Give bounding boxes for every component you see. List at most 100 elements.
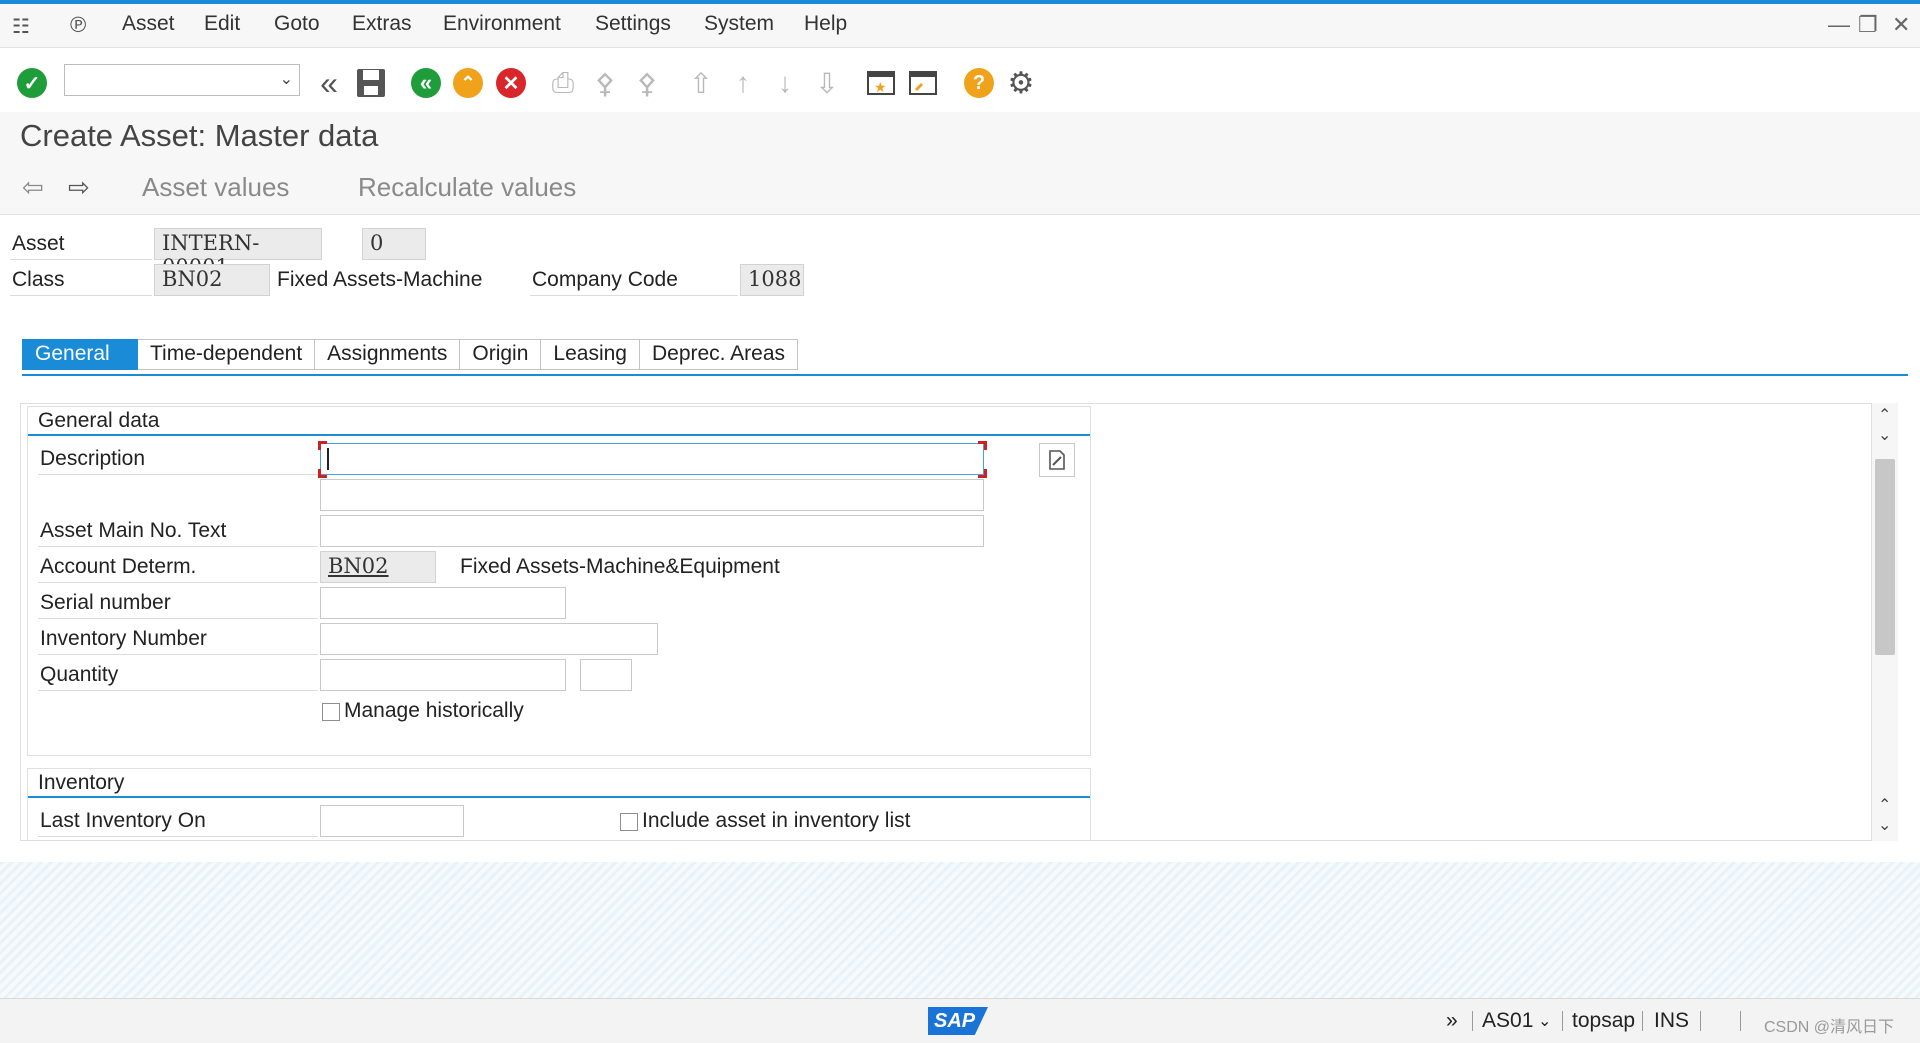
menu-asset[interactable]: Asset [122, 12, 175, 36]
tab-origin[interactable]: Origin [460, 339, 542, 370]
scrollbar-thumb[interactable] [1875, 459, 1895, 655]
menu-edit[interactable]: Edit [204, 12, 240, 36]
menu-extras[interactable]: Extras [352, 12, 412, 36]
account-determ-description: Fixed Assets-Machine&Equipment [460, 555, 780, 578]
menu-bar: ☷ ℗ Asset Edit Goto Extras Environment S… [0, 4, 1920, 48]
tab-general[interactable]: General [22, 339, 138, 370]
gear-icon[interactable]: ⚙ [1004, 66, 1038, 100]
minimize-icon[interactable]: — [1828, 12, 1850, 38]
menu-environment[interactable]: Environment [443, 12, 561, 36]
back-icon[interactable]: « [409, 66, 443, 100]
tab-time-dependent[interactable]: Time-dependent [138, 339, 316, 370]
group-title-line [28, 796, 1090, 798]
transaction-code[interactable]: AS01 [1482, 1009, 1533, 1033]
previous-object-icon[interactable]: ⇦ [22, 172, 44, 203]
class-description: Fixed Assets-Machine [277, 268, 483, 291]
first-page-icon[interactable]: ⇧ [684, 66, 718, 100]
manage-historically-label: Manage historically [344, 699, 524, 722]
shortcut-icon[interactable] [906, 66, 940, 100]
next-page-icon[interactable]: ↓ [768, 66, 802, 100]
quantity-input[interactable] [320, 659, 566, 691]
last-inventory-date-input[interactable] [320, 805, 464, 837]
application-toolbar: ⇦ ⇨ Asset values Recalculate values [0, 162, 1920, 215]
tab-leasing[interactable]: Leasing [541, 339, 640, 370]
separator [1642, 1011, 1643, 1031]
previous-page-icon[interactable]: ↑ [726, 66, 760, 100]
separator [1740, 1011, 1741, 1031]
label-underline [38, 474, 318, 475]
menu-icon[interactable]: ☷ [12, 14, 30, 39]
svg-text:★: ★ [874, 79, 887, 95]
status-bar: SAP » AS01 ⌄ topsap INS CSDN @清风日下 [0, 998, 1920, 1043]
asset-subnumber-field[interactable]: 0 [362, 228, 426, 260]
find-icon[interactable]: ⚴ [588, 66, 622, 100]
asset-main-text-input[interactable] [320, 515, 984, 547]
include-in-inventory-list-label: Include asset in inventory list [642, 809, 911, 832]
create-session-icon[interactable]: ★ [864, 66, 898, 100]
close-window-icon[interactable]: ✕ [1892, 12, 1910, 38]
label-underline [38, 546, 318, 547]
account-determ-field[interactable]: BN02 [320, 551, 436, 583]
enter-icon[interactable]: ✓ [15, 66, 49, 100]
inventory-group: Inventory Last Inventory On Include asse… [27, 768, 1091, 840]
menu-goto[interactable]: Goto [274, 12, 320, 36]
command-field[interactable]: ⌄ [64, 64, 300, 96]
chevron-down-icon[interactable]: ⌄ [1538, 1011, 1551, 1031]
text-cursor [327, 448, 329, 470]
last-page-icon[interactable]: ⇩ [810, 66, 844, 100]
asset-number-field[interactable]: INTERN-00001 [154, 228, 322, 279]
chevron-down-icon[interactable]: ⌄ [280, 69, 293, 89]
title-bar: Create Asset: Master data [0, 112, 1920, 163]
find-next-icon[interactable]: ⚴ [630, 66, 664, 100]
company-code-label: Company Code [532, 268, 678, 291]
separator [1472, 1011, 1473, 1031]
asset-main-text-label: Asset Main No. Text [40, 519, 227, 542]
red-corner-top-left [318, 441, 327, 450]
empty-screen-area [0, 862, 1920, 998]
scroll-up-icon[interactable]: ⌄ [1878, 425, 1891, 445]
company-code-field[interactable]: 1088 [740, 264, 804, 296]
tab-deprec-areas[interactable]: Deprec. Areas [639, 339, 799, 370]
description-input[interactable] [320, 443, 984, 475]
save-icon[interactable] [354, 66, 388, 100]
edit-document-icon [1049, 450, 1065, 470]
asset-values-button[interactable]: Asset values [142, 172, 289, 203]
serial-number-input[interactable] [320, 587, 566, 619]
general-data-group: General data Description Asset Main No. … [27, 406, 1091, 756]
quantity-unit-input[interactable] [580, 659, 632, 691]
class-field[interactable]: BN02 [154, 264, 270, 296]
label-underline [530, 295, 738, 296]
long-text-button[interactable] [1039, 443, 1075, 477]
include-in-inventory-list-checkbox[interactable] [620, 813, 638, 831]
program-icon[interactable]: ℗ [70, 12, 86, 38]
inventory-number-input[interactable] [320, 623, 658, 655]
print-icon[interactable]: ⎙ [546, 66, 580, 100]
red-corner-bottom-left [318, 469, 327, 478]
insert-mode[interactable]: INS [1654, 1009, 1689, 1033]
watermark-text: CSDN @清风日下 [1764, 1019, 1895, 1036]
exit-icon[interactable]: ⌃ [451, 66, 485, 100]
menu-settings[interactable]: Settings [595, 12, 671, 36]
manage-historically-checkbox[interactable] [322, 703, 340, 721]
scroll-top-icon[interactable]: ⌃ [1878, 405, 1891, 425]
cancel-icon[interactable]: ✕ [494, 66, 528, 100]
label-underline [10, 295, 152, 296]
help-icon[interactable]: ? [962, 66, 996, 100]
label-underline [38, 654, 318, 655]
next-object-icon[interactable]: ⇨ [68, 172, 90, 203]
expand-status-icon[interactable]: » [1446, 1009, 1458, 1033]
separator [1700, 1011, 1701, 1031]
description-label: Description [40, 447, 146, 470]
menu-system[interactable]: System [704, 12, 774, 36]
class-label: Class [12, 268, 65, 291]
vertical-scrollbar[interactable]: ⌃ ⌄ ⌃ ⌄ [1872, 403, 1898, 841]
tab-strip: General Time-dependent Assignments Origi… [22, 339, 799, 370]
menu-help[interactable]: Help [804, 12, 847, 36]
maximize-icon[interactable]: ❐ [1858, 12, 1878, 38]
scroll-down-icon[interactable]: ⌃ [1878, 795, 1891, 815]
collapse-icon[interactable]: « [312, 65, 346, 101]
scroll-bottom-icon[interactable]: ⌄ [1878, 815, 1891, 835]
description-line-2-input[interactable] [320, 479, 984, 511]
recalculate-values-button[interactable]: Recalculate values [358, 172, 576, 203]
tab-assignments[interactable]: Assignments [315, 339, 461, 370]
